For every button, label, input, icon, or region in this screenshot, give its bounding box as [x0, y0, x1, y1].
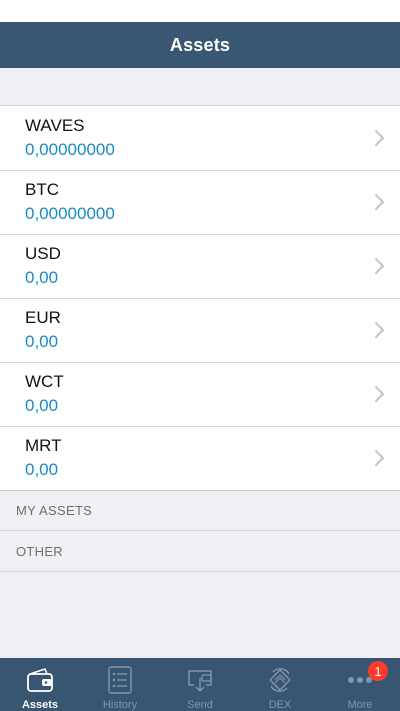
tab-label: Send [187, 699, 213, 711]
tab-label: History [102, 699, 138, 711]
asset-row-waves[interactable]: WAVES 0,00000000 [0, 106, 400, 170]
asset-row-usd[interactable]: USD 0,00 [0, 234, 400, 298]
status-bar [0, 0, 400, 22]
asset-name: WAVES [25, 116, 85, 135]
asset-amount: 0,00 [25, 332, 59, 351]
tab-history[interactable]: History [80, 658, 160, 711]
asset-name: EUR [25, 308, 61, 327]
asset-list: WAVES 0,00000000 BTC 0,00000000 USD 0,00… [0, 105, 400, 491]
tab-label: More [347, 699, 373, 711]
navigation-bar: Assets [0, 22, 400, 68]
section-header-other: OTHER [0, 531, 400, 572]
chevron-right-icon [372, 128, 386, 148]
tab-more[interactable]: 1 More [320, 658, 400, 711]
asset-name: MRT [25, 436, 62, 455]
tab-assets[interactable]: Assets [0, 658, 80, 711]
asset-row-wct[interactable]: WCT 0,00 [0, 362, 400, 426]
asset-amount: 0,00000000 [25, 140, 115, 159]
asset-row-eur[interactable]: EUR 0,00 [0, 298, 400, 362]
section-header-my-assets: MY ASSETS [0, 490, 400, 531]
chevron-right-icon [372, 320, 386, 340]
tab-label: Assets [21, 699, 59, 711]
chevron-right-icon [372, 256, 386, 276]
chevron-right-icon [372, 192, 386, 212]
asset-row-mrt[interactable]: MRT 0,00 [0, 426, 400, 490]
tab-bar: Assets History Send DEX 1 More [0, 658, 400, 711]
page-title: Assets [169, 34, 231, 55]
asset-name: BTC [25, 180, 59, 199]
asset-amount: 0,00 [25, 460, 59, 479]
chevron-right-icon [372, 384, 386, 404]
assets-screen: Assets WAVES 0,00000000 BTC 0,00000000 U… [0, 0, 400, 711]
asset-name: WCT [25, 372, 64, 391]
asset-row-btc[interactable]: BTC 0,00000000 [0, 170, 400, 234]
chevron-right-icon [372, 448, 386, 468]
tab-dex[interactable]: DEX [240, 658, 320, 711]
exchange-icon [265, 665, 295, 695]
asset-name: USD [25, 244, 61, 263]
tab-send[interactable]: Send [160, 658, 240, 711]
tab-label: DEX [268, 699, 292, 711]
asset-amount: 0,00000000 [25, 204, 115, 223]
notification-badge: 1 [368, 661, 388, 681]
list-icon [105, 665, 135, 695]
asset-amount: 0,00 [25, 396, 59, 415]
wallet-icon [25, 665, 55, 695]
asset-amount: 0,00 [25, 268, 59, 287]
send-icon [185, 665, 215, 695]
